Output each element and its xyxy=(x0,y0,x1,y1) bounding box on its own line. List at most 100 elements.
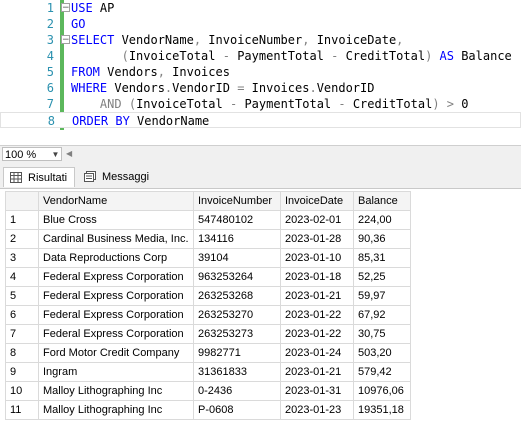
table-row[interactable]: 2 Cardinal Business Media, Inc. 134116 2023… xyxy=(5,229,411,249)
table-cell[interactable]: Ford Motor Credit Company xyxy=(38,343,194,363)
row-number[interactable]: 7 xyxy=(5,324,39,344)
table-cell[interactable]: Malloy Lithographing Inc xyxy=(38,400,194,420)
table-cell[interactable]: 134116 xyxy=(193,229,281,249)
line-number: 3 xyxy=(46,33,54,47)
header-row: VendorName InvoiceNumber InvoiceDate Bal… xyxy=(5,191,411,211)
table-cell[interactable]: 503,20 xyxy=(353,343,411,363)
table-cell[interactable]: 579,42 xyxy=(353,362,411,382)
table-cell[interactable]: 263253270 xyxy=(193,305,281,325)
column-header[interactable]: VendorName xyxy=(38,191,194,211)
table-cell[interactable]: P-0608 xyxy=(193,400,281,420)
code-token: InvoiceTotal xyxy=(136,97,230,111)
table-row[interactable]: 1 Blue Cross 547480102 2023-02-01 224,00 xyxy=(5,210,411,230)
row-number[interactable]: 11 xyxy=(5,400,39,420)
table-cell[interactable]: 52,25 xyxy=(353,267,411,287)
table-cell[interactable]: 39104 xyxy=(193,248,281,268)
table-row[interactable]: 5 Federal Express Corporation 263253268 202… xyxy=(5,286,411,306)
table-cell[interactable]: 19351,18 xyxy=(353,400,411,420)
code-line[interactable]: 2 GO xyxy=(0,16,521,32)
table-row[interactable]: 11 Malloy Lithographing Inc P-0608 2023-01-… xyxy=(5,400,411,420)
code-line[interactable]: 6 WHERE Vendors.VendorID = Invoices.Vendo… xyxy=(0,80,521,96)
table-cell[interactable]: Cardinal Business Media, Inc. xyxy=(38,229,194,249)
table-cell[interactable]: 2023-01-22 xyxy=(280,305,354,325)
sql-editor[interactable]: 1− USE AP 2 GO 3− SELECT VendorName, InvoiceN… xyxy=(0,0,521,130)
table-cell[interactable]: Federal Express Corporation xyxy=(38,324,194,344)
table-cell[interactable]: 963253264 xyxy=(193,267,281,287)
table-cell[interactable]: 2023-01-28 xyxy=(280,229,354,249)
tab-messages[interactable]: Messaggi xyxy=(78,167,154,187)
row-number[interactable]: 2 xyxy=(5,229,39,249)
table-row[interactable]: 10 Malloy Lithographing Inc 0-2436 2023-01-… xyxy=(5,381,411,401)
code-line[interactable]: 5 FROM Vendors, Invoices xyxy=(0,64,521,80)
row-number[interactable]: 10 xyxy=(5,381,39,401)
column-header[interactable]: InvoiceNumber xyxy=(193,191,281,211)
row-number[interactable]: 9 xyxy=(5,362,39,382)
code-line[interactable]: 8 ORDER BY VendorName xyxy=(0,112,521,128)
column-header[interactable]: Balance xyxy=(353,191,411,211)
row-number[interactable]: 5 xyxy=(5,286,39,306)
results-grid[interactable]: VendorName InvoiceNumber InvoiceDate Bal… xyxy=(0,188,521,425)
row-number[interactable]: 3 xyxy=(5,248,39,268)
table-cell[interactable]: Blue Cross xyxy=(38,210,194,230)
corner-cell[interactable] xyxy=(5,191,39,211)
table-cell[interactable]: Malloy Lithographing Inc xyxy=(38,381,194,401)
row-number[interactable]: 4 xyxy=(5,267,39,287)
table-cell[interactable]: 30,75 xyxy=(353,324,411,344)
line-number: 2 xyxy=(46,17,54,31)
code-text: WHERE Vendors.VendorID = Invoices.Vendor… xyxy=(71,80,374,96)
table-cell[interactable]: Federal Express Corporation xyxy=(38,267,194,287)
code-token: ) xyxy=(432,97,440,111)
scroll-left-icon[interactable]: ◀ xyxy=(66,149,74,159)
table-cell[interactable]: 224,00 xyxy=(353,210,411,230)
code-token: AS xyxy=(432,49,454,63)
table-cell[interactable]: Federal Express Corporation xyxy=(38,305,194,325)
table-row[interactable]: 8 Ford Motor Credit Company 9982771 2023-01… xyxy=(5,343,411,363)
code-line[interactable]: 4 (InvoiceTotal - PaymentTotal - CreditT… xyxy=(0,48,521,64)
code-line[interactable]: 7 AND (InvoiceTotal - PaymentTotal - Cre… xyxy=(0,96,521,112)
table-cell[interactable]: 263253268 xyxy=(193,286,281,306)
row-number[interactable]: 8 xyxy=(5,343,39,363)
table-cell[interactable]: 67,92 xyxy=(353,305,411,325)
table-cell[interactable]: 2023-01-10 xyxy=(280,248,354,268)
table-cell[interactable]: Federal Express Corporation xyxy=(38,286,194,306)
table-cell[interactable]: 9982771 xyxy=(193,343,281,363)
table-cell[interactable]: Data Reproductions Corp xyxy=(38,248,194,268)
table-cell[interactable]: 2023-01-21 xyxy=(280,286,354,306)
table-cell[interactable]: 31361833 xyxy=(193,362,281,382)
code-text: USE AP xyxy=(71,0,114,16)
line-number: 1 xyxy=(46,1,54,15)
table-cell[interactable]: 2023-01-18 xyxy=(280,267,354,287)
zoom-select[interactable]: 100 % ▼ xyxy=(2,147,62,161)
table-cell[interactable]: 90,36 xyxy=(353,229,411,249)
collapse-icon[interactable]: − xyxy=(61,3,70,13)
table-cell[interactable]: 10976,06 xyxy=(353,381,411,401)
table-row[interactable]: 7 Federal Express Corporation 263253273 202… xyxy=(5,324,411,344)
zoom-value: 100 % xyxy=(5,149,37,161)
table-row[interactable]: 4 Federal Express Corporation 963253264 202… xyxy=(5,267,411,287)
table-row[interactable]: 6 Federal Express Corporation 263253270 202… xyxy=(5,305,411,325)
code-token: InvoiceDate xyxy=(309,33,397,47)
code-line[interactable]: 3− SELECT VendorName, InvoiceNumber, Invo… xyxy=(0,32,521,48)
table-cell[interactable]: 263253273 xyxy=(193,324,281,344)
table-cell[interactable]: 2023-01-31 xyxy=(280,381,354,401)
chevron-down-icon[interactable]: ▼ xyxy=(50,148,61,162)
code-line[interactable]: 1− USE AP xyxy=(0,0,521,16)
row-number[interactable]: 6 xyxy=(5,305,39,325)
tab-results[interactable]: Risultati xyxy=(3,167,75,187)
collapse-icon[interactable]: − xyxy=(61,35,70,45)
table-cell[interactable]: 85,31 xyxy=(353,248,411,268)
table-cell[interactable]: 547480102 xyxy=(193,210,281,230)
code-token: , xyxy=(193,33,202,47)
table-cell[interactable]: 2023-01-22 xyxy=(280,324,354,344)
table-row[interactable]: 3 Data Reproductions Corp 39104 2023-01-10 8… xyxy=(5,248,411,268)
table-cell[interactable]: 2023-02-01 xyxy=(280,210,354,230)
table-cell[interactable]: Ingram xyxy=(38,362,194,382)
table-cell[interactable]: 2023-01-23 xyxy=(280,400,354,420)
table-cell[interactable]: 2023-01-21 xyxy=(280,362,354,382)
column-header[interactable]: InvoiceDate xyxy=(280,191,354,211)
table-cell[interactable]: 59,97 xyxy=(353,286,411,306)
table-row[interactable]: 9 Ingram 31361833 2023-01-21 579,42 xyxy=(5,362,411,382)
table-cell[interactable]: 2023-01-24 xyxy=(280,343,354,363)
table-cell[interactable]: 0-2436 xyxy=(193,381,281,401)
row-number[interactable]: 1 xyxy=(5,210,39,230)
